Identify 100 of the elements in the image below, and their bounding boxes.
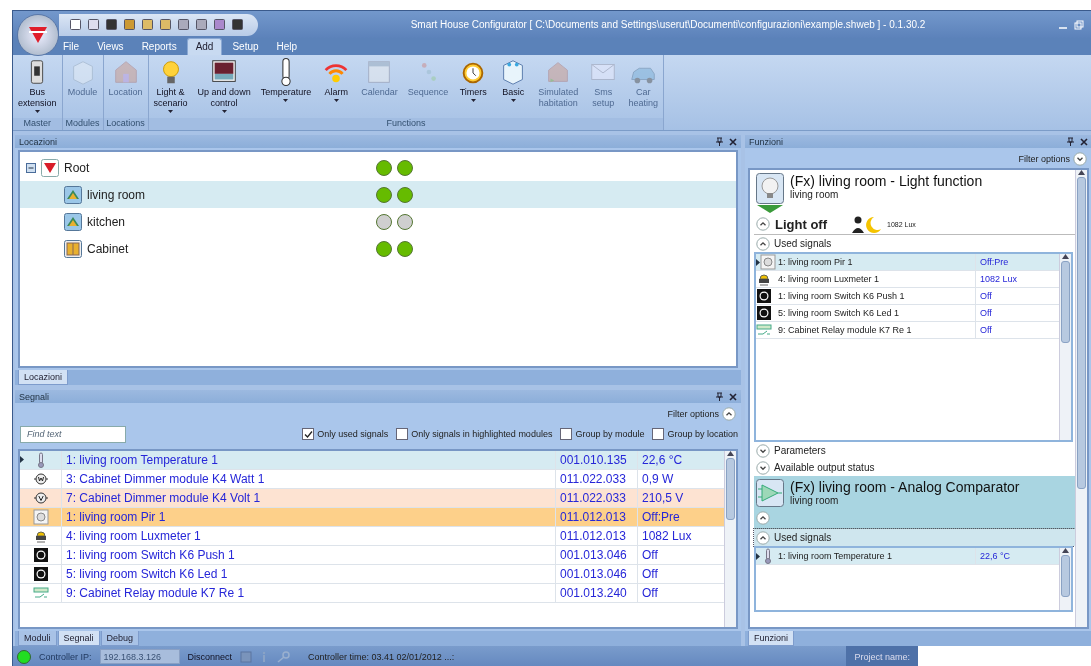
signal-row[interactable]: 1: living room Temperature 1 001.010.135 22,6 °C — [20, 451, 724, 470]
toolbar-icon[interactable] — [213, 18, 226, 31]
collapse-icon[interactable] — [756, 236, 770, 251]
checkbox[interactable] — [652, 428, 665, 440]
signal-row[interactable]: 5: living room Switch K6 Led 1 Off — [756, 305, 1059, 322]
signal-row[interactable]: 9: Cabinet Relay module K7 Re 1 001.013.240 Off — [20, 584, 724, 603]
signal-value: 1082 Lux — [979, 273, 1019, 286]
filter-checkbox[interactable]: Only signals in highlighted modules — [396, 428, 553, 440]
pin-icon[interactable] — [716, 392, 723, 401]
tree-row[interactable]: kitchen — [20, 208, 736, 235]
function-header[interactable]: (Fx) living room - Analog Comparator living room — [754, 476, 1075, 508]
signal-address: 011.022.033 — [556, 489, 638, 507]
signal-row[interactable]: 1: living room Pir 1 Off:Pre — [756, 254, 1059, 271]
ribbon-button[interactable]: Timers — [453, 55, 494, 118]
expand-icon[interactable] — [756, 460, 770, 475]
restore-icon[interactable] — [1074, 19, 1084, 30]
panel-title: Locazioni — [19, 136, 59, 147]
close-icon[interactable] — [729, 137, 737, 146]
search-field[interactable]: Find text — [20, 425, 126, 443]
signal-row[interactable]: 4: living room Luxmeter 1 1082 Lux — [756, 271, 1059, 288]
expand-icon[interactable] — [1073, 152, 1087, 166]
filter-options-label: Filter options — [667, 409, 719, 419]
signal-name: 3: Cabinet Dimmer module K4 Watt 1 — [62, 470, 556, 488]
tree-label: living room — [87, 187, 146, 202]
panel-tab[interactable]: Locazioni — [18, 370, 69, 385]
window-title: Smart House Configurator [ C:\Documents and Settings\userut\Documenti\configurazioni\example.shweb ] - 0.1.30.2 — [409, 19, 927, 30]
signal-name: 5: living room Switch K6 Led 1 — [776, 305, 976, 321]
menu-tab[interactable]: Setup — [224, 39, 267, 55]
close-icon[interactable] — [1080, 137, 1088, 146]
scrollbar[interactable] — [1059, 548, 1071, 610]
scroll-up-icon[interactable] — [1062, 254, 1069, 259]
signal-row[interactable]: 1: living room Temperature 1 22,6 °C — [756, 548, 1059, 565]
tree-row[interactable]: living room — [20, 181, 736, 208]
menu-tab[interactable]: Reports — [133, 39, 185, 55]
close-icon[interactable] — [729, 392, 737, 401]
signal-name: 1: living room Pir 1 — [776, 254, 976, 270]
scroll-up-icon[interactable] — [727, 451, 734, 456]
checkbox[interactable] — [396, 428, 409, 440]
project-name-field[interactable] — [918, 646, 1091, 666]
toolbar-icon[interactable] — [195, 18, 208, 31]
function-state: Light off — [775, 216, 827, 232]
signal-row[interactable]: 1: living room Pir 1 011.012.013 Off:Pre — [20, 508, 724, 527]
tree-row[interactable]: Root — [20, 154, 736, 181]
signal-row[interactable]: 5: living room Switch K6 Led 1 001.013.046 Off — [20, 565, 724, 584]
checkbox[interactable] — [560, 428, 573, 440]
signal-row[interactable]: 1: living room Switch K6 Push 1 Off — [756, 288, 1059, 305]
ribbon-button[interactable]: Light & scenario — [148, 55, 193, 118]
collapse-icon[interactable] — [756, 217, 770, 231]
scroll-up-icon[interactable] — [1078, 170, 1085, 175]
scrollbar[interactable] — [1075, 170, 1087, 627]
signal-row[interactable]: 7: Cabinet Dimmer module K4 Volt 1 011.022.033 210,5 V — [20, 489, 724, 508]
scrollbar[interactable] — [1059, 254, 1071, 440]
toolbar-icon[interactable] — [87, 18, 100, 31]
ribbon-button[interactable]: Bus extension — [13, 55, 62, 118]
tree-label: Root — [64, 160, 90, 175]
collapse-icon[interactable] — [26, 162, 36, 173]
pin-icon[interactable] — [1067, 137, 1074, 146]
pin-icon[interactable] — [716, 137, 723, 146]
toolbar-icon[interactable] — [105, 18, 118, 31]
toolbar-icon[interactable] — [69, 18, 82, 31]
ribbon-button[interactable]: Temperature — [255, 55, 317, 118]
menu-tab[interactable]: Views — [89, 39, 132, 55]
cabinet-icon — [64, 239, 82, 258]
toolbar-icon[interactable] — [177, 18, 190, 31]
signal-row[interactable]: 4: living room Luxmeter 1 011.012.013 1082 Lux — [20, 527, 724, 546]
function-header[interactable]: (Fx) living room - Light function living room — [754, 170, 1075, 214]
toolbar-icon[interactable] — [231, 18, 244, 31]
collapse-icon[interactable] — [756, 530, 770, 545]
menu-tab[interactable]: Add — [186, 38, 223, 55]
toolbar-icon[interactable] — [123, 18, 136, 31]
relay-icon — [32, 585, 49, 601]
tree-row[interactable]: Cabinet — [20, 235, 736, 262]
filter-checkbox[interactable]: Only used signals — [302, 428, 389, 440]
panel-tab[interactable]: Segnali — [57, 631, 100, 646]
filter-checkbox[interactable]: Group by location — [652, 428, 738, 440]
collapse-icon[interactable] — [756, 511, 770, 525]
scrollbar[interactable] — [724, 451, 736, 627]
signal-value: Off — [641, 547, 659, 564]
panel-tab[interactable]: Debug — [100, 631, 140, 646]
expand-icon[interactable] — [756, 443, 770, 458]
panel-tab[interactable]: Moduli — [18, 631, 57, 646]
collapse-icon[interactable] — [722, 407, 736, 421]
menu-tab[interactable]: File — [55, 39, 88, 55]
checkbox[interactable] — [302, 428, 315, 440]
ribbon-button[interactable]: Alarm — [316, 55, 357, 118]
filter-checkbox[interactable]: Group by module — [560, 428, 645, 440]
ribbon-button[interactable]: Basic — [493, 55, 534, 118]
signal-row[interactable]: 1: living room Switch K6 Push 1 001.013.046 Off — [20, 546, 724, 565]
function-location: living room — [790, 189, 840, 200]
menu-tab[interactable]: Help — [268, 39, 306, 55]
signal-address: 011.012.013 — [556, 527, 638, 545]
switch-icon — [32, 566, 49, 582]
panel-tab[interactable]: Funzioni — [748, 631, 795, 646]
disconnect-button[interactable]: Disconnect — [187, 651, 233, 662]
signal-row[interactable]: 9: Cabinet Relay module K7 Re 1 Off — [756, 322, 1059, 339]
toolbar-icon[interactable] — [141, 18, 154, 31]
caret-icon — [168, 110, 174, 113]
toolbar-icon[interactable] — [159, 18, 172, 31]
ribbon-button[interactable]: Up and down control — [192, 55, 256, 118]
scroll-up-icon[interactable] — [1062, 548, 1069, 553]
